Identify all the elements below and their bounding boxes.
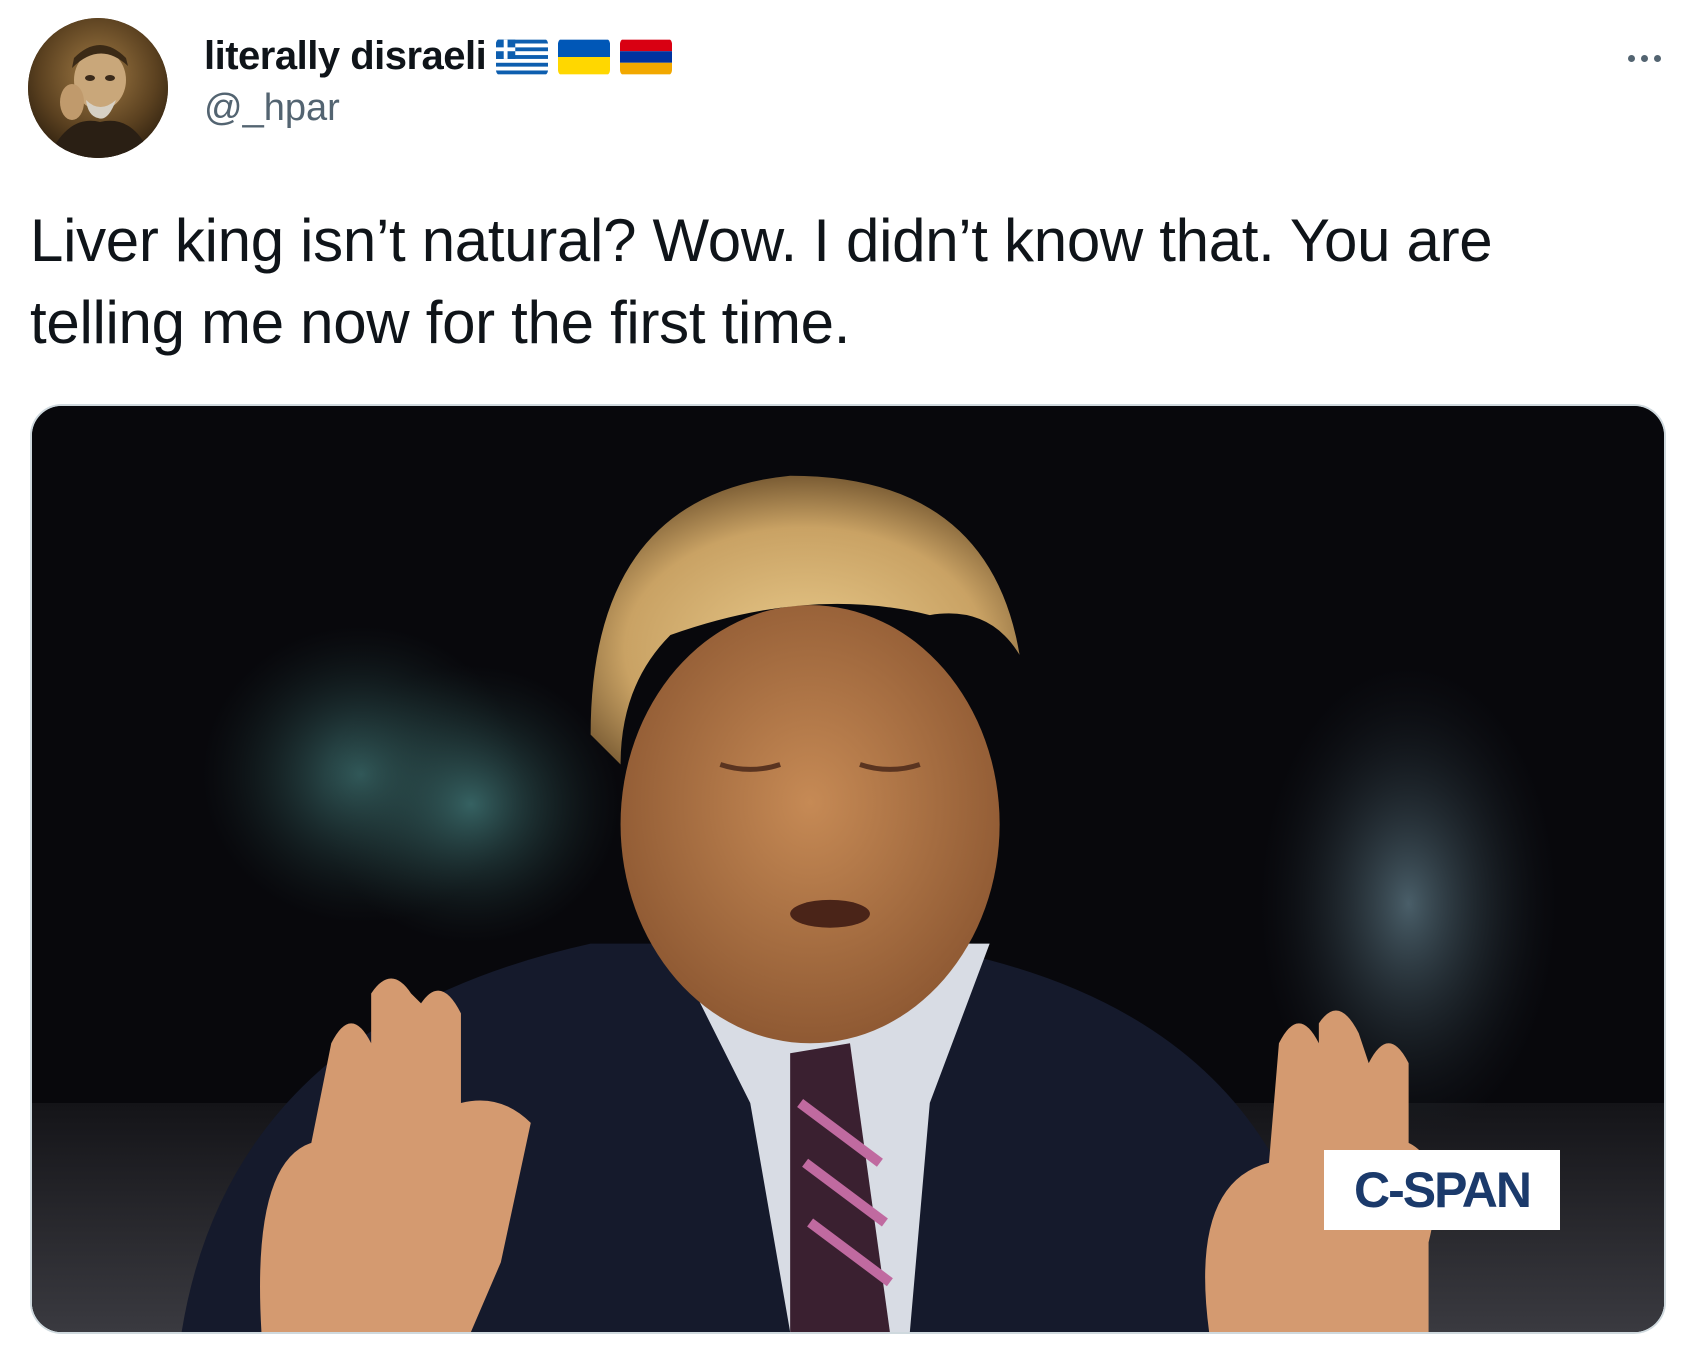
tweet-text: Liver king isn’t natural? Wow. I didn’t …: [30, 207, 1493, 356]
armenia-flag-icon: [620, 38, 673, 76]
tweet-media-image[interactable]: C-SPAN: [30, 404, 1666, 1334]
ukraine-flag-icon: [558, 38, 611, 76]
avatar-portrait-image: [28, 18, 168, 158]
cspan-watermark: C-SPAN: [1324, 1150, 1560, 1230]
author-info: literally disraeli @_hpar: [204, 34, 673, 130]
display-name[interactable]: literally disraeli: [204, 34, 487, 79]
more-options-icon[interactable]: [1618, 38, 1670, 78]
user-handle[interactable]: @_hpar: [204, 87, 672, 130]
tweet-card: literally disraeli @_hpar Liver king isn…: [0, 0, 1696, 1356]
display-name-row: literally disraeli: [204, 34, 673, 79]
greece-flag-icon: [496, 38, 549, 76]
avatar[interactable]: [28, 18, 168, 158]
